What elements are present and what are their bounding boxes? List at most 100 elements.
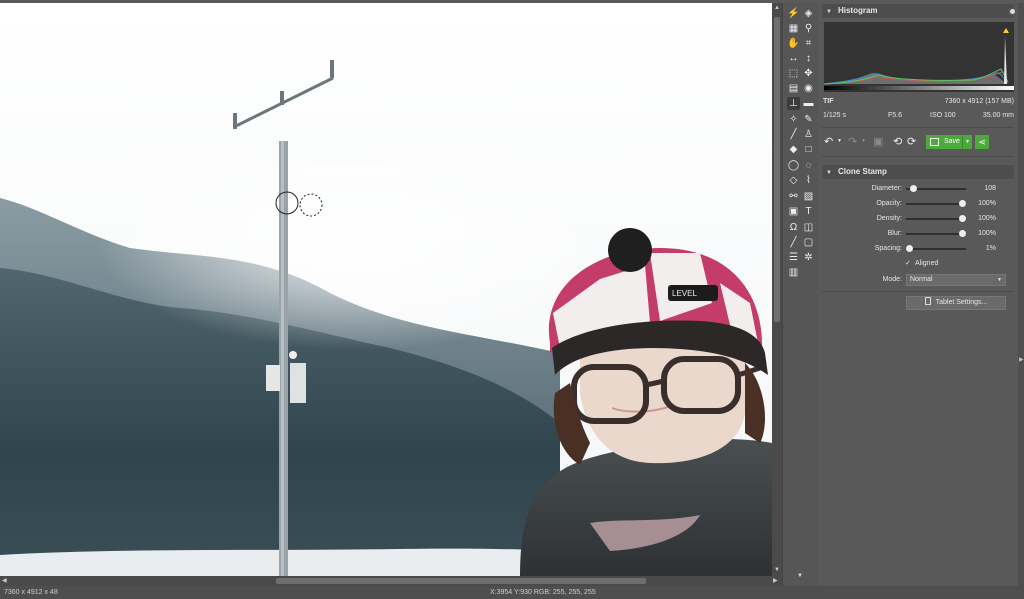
divider — [822, 156, 1014, 157]
clone-stamp-header[interactable]: ▼ Clone Stamp — [822, 165, 1014, 179]
tablet-icon — [924, 297, 931, 305]
status-bar: 7360 x 4912 x 48 X:3954 Y:930 RGB: 255, … — [0, 586, 1024, 599]
scroll-right-icon[interactable]: ▶ — [773, 577, 778, 584]
aligned-checkbox[interactable]: ✓ Aligned — [905, 260, 938, 267]
transform-icon[interactable]: ✥ — [802, 67, 815, 80]
omega-icon[interactable]: Ω — [787, 221, 800, 234]
image-dimensions: 7360 x 4912 (157 MB) — [944, 98, 1014, 105]
slider-knob[interactable] — [959, 215, 966, 222]
zoom-icon[interactable]: ⚲ — [802, 22, 815, 35]
rect-select-icon[interactable]: ⬚ — [787, 67, 800, 80]
clone-stamp-icon[interactable]: ⊥ — [787, 97, 800, 110]
blur-slider[interactable] — [906, 229, 966, 239]
slider-knob[interactable] — [959, 230, 966, 237]
share-icon: ⋖ — [978, 137, 986, 147]
save-dropdown-icon[interactable]: ▼ — [963, 135, 972, 149]
scroll-left-icon[interactable]: ◀ — [2, 577, 7, 584]
horizontal-scroll-thumb[interactable] — [276, 578, 646, 584]
rotate-left-icon[interactable]: ⟲ — [893, 137, 902, 148]
right-panel: ▼ Histogram TIF 7360 x 4912 (157 MB) 1/1… — [818, 3, 1018, 586]
redo-dropdown-icon: ▼ — [861, 138, 866, 144]
blur-label: Blur: — [887, 230, 902, 237]
share-button[interactable]: ⋖ — [975, 135, 989, 149]
mode-label: Mode: — [882, 276, 902, 283]
eraser-icon[interactable]: ◆ — [787, 143, 800, 156]
lines-icon[interactable]: ☰ — [787, 251, 800, 264]
stamp-alt-icon[interactable]: ▬ — [802, 97, 815, 110]
histogram-graph — [823, 22, 1014, 92]
scroll-up-icon[interactable]: ▲ — [774, 5, 780, 11]
tablet-settings-button[interactable]: Tablet Settings... — [906, 296, 1006, 310]
rotate-right-icon[interactable]: ⟳ — [907, 137, 916, 148]
text-icon[interactable]: T — [802, 205, 815, 218]
slider-knob[interactable] — [959, 200, 966, 207]
histogram-toggle-icon[interactable] — [1008, 7, 1017, 16]
lightning-icon[interactable]: ⚡ — [787, 7, 800, 20]
redo-icon: ↷ — [848, 136, 858, 148]
aligned-label: Aligned — [915, 260, 939, 267]
grid-icon[interactable]: ▦ — [787, 22, 800, 35]
chevron-down-icon: ▼ — [997, 277, 1002, 283]
image-info: 7360 x 4912 x 48 — [4, 589, 58, 596]
spacing-slider[interactable] — [906, 244, 966, 254]
opacity-label: Opacity: — [876, 200, 902, 207]
frame-icon[interactable]: ▢ — [802, 236, 815, 249]
file-format: TIF — [823, 98, 834, 105]
layer-icon[interactable]: ◫ — [802, 221, 815, 234]
poly-lasso-icon[interactable]: ◇ — [787, 174, 800, 187]
settings-icon[interactable]: ✲ — [802, 251, 815, 264]
density-slider[interactable] — [906, 214, 966, 224]
slider-knob[interactable] — [910, 185, 917, 192]
diameter-value: 108 — [984, 185, 996, 192]
divider — [822, 127, 1014, 128]
paste-icon[interactable]: ▣ — [787, 205, 800, 218]
vertical-scroll-thumb[interactable] — [774, 17, 780, 322]
mode-select[interactable]: Normal ▼ — [906, 274, 1006, 286]
image-canvas[interactable]: LEVEL — [0, 3, 772, 576]
tool-palette: ⚡ ◈ ▦ ⚲ ✋ ⌗ ↔ ↕ ⬚ ✥ ▤ ◉ ⊥ ▬ ✧ ✎ ╱ ♙ ◆ □ … — [782, 3, 818, 586]
histogram-header[interactable]: ▼ Histogram — [822, 4, 1017, 18]
lasso-icon[interactable]: ◌ — [802, 159, 815, 172]
undo-icon[interactable]: ↶ — [824, 137, 833, 148]
diameter-label: Diameter: — [871, 185, 902, 192]
magnify-select-icon[interactable]: ⚯ — [787, 190, 800, 203]
pen-icon[interactable]: ✎ — [802, 113, 815, 126]
gradient-icon[interactable]: ▤ — [787, 82, 800, 95]
vertical-scrollbar[interactable]: ▲ ▼ — [772, 3, 782, 576]
aperture: F5.6 — [888, 112, 903, 119]
diameter-slider[interactable] — [906, 184, 966, 194]
save-button[interactable]: Save ▼ — [926, 135, 972, 149]
brush-select-icon[interactable]: ⌇ — [802, 174, 815, 187]
horizontal-scrollbar[interactable]: ◀ ▶ — [0, 576, 782, 586]
vertical-measure-icon[interactable]: ↕ — [802, 52, 815, 65]
eye-icon[interactable]: ◉ — [802, 82, 815, 95]
undo-dropdown-icon[interactable]: ▼ — [837, 139, 842, 144]
apply-icon: ▣ — [873, 136, 884, 148]
shutter-speed: 1/125 s — [823, 112, 846, 119]
edit-icon[interactable]: ▨ — [802, 190, 815, 203]
ellipse-icon[interactable]: ◯ — [787, 159, 800, 172]
opacity-value: 100% — [978, 200, 996, 207]
save-label: Save — [944, 138, 960, 145]
slider-knob[interactable] — [906, 245, 913, 252]
eraser-3d-icon[interactable]: ◈ — [802, 7, 815, 20]
brush-icon[interactable]: ╱ — [787, 128, 800, 141]
rect-icon[interactable]: □ — [802, 143, 815, 156]
bucket-icon[interactable]: ♙ — [802, 128, 815, 141]
layout-icon[interactable]: ▥ — [787, 266, 800, 279]
opacity-slider[interactable] — [906, 199, 966, 209]
app-window: LEVEL ▲ ▼ ◀ ▶ 7360 x 4912 x 48 X:3954 Y:… — [0, 0, 1024, 599]
tools-more-icon[interactable]: ▼ — [797, 573, 803, 579]
histogram-title: Histogram — [837, 6, 878, 15]
spacing-label: Spacing: — [874, 245, 902, 252]
mode-value: Normal — [910, 276, 933, 283]
horizontal-measure-icon[interactable]: ↔ — [787, 52, 800, 65]
magic-wand-icon[interactable]: ✧ — [787, 113, 800, 126]
line-icon[interactable]: ╱ — [787, 236, 800, 249]
hand-icon[interactable]: ✋ — [787, 37, 800, 50]
crop-icon[interactable]: ⌗ — [802, 37, 815, 50]
blur-value: 100% — [978, 230, 996, 237]
chevron-right-icon[interactable]: ▶ — [1019, 356, 1024, 363]
scroll-down-icon[interactable]: ▼ — [774, 567, 780, 573]
panel-collapse-strip[interactable]: ▶ — [1018, 3, 1024, 586]
